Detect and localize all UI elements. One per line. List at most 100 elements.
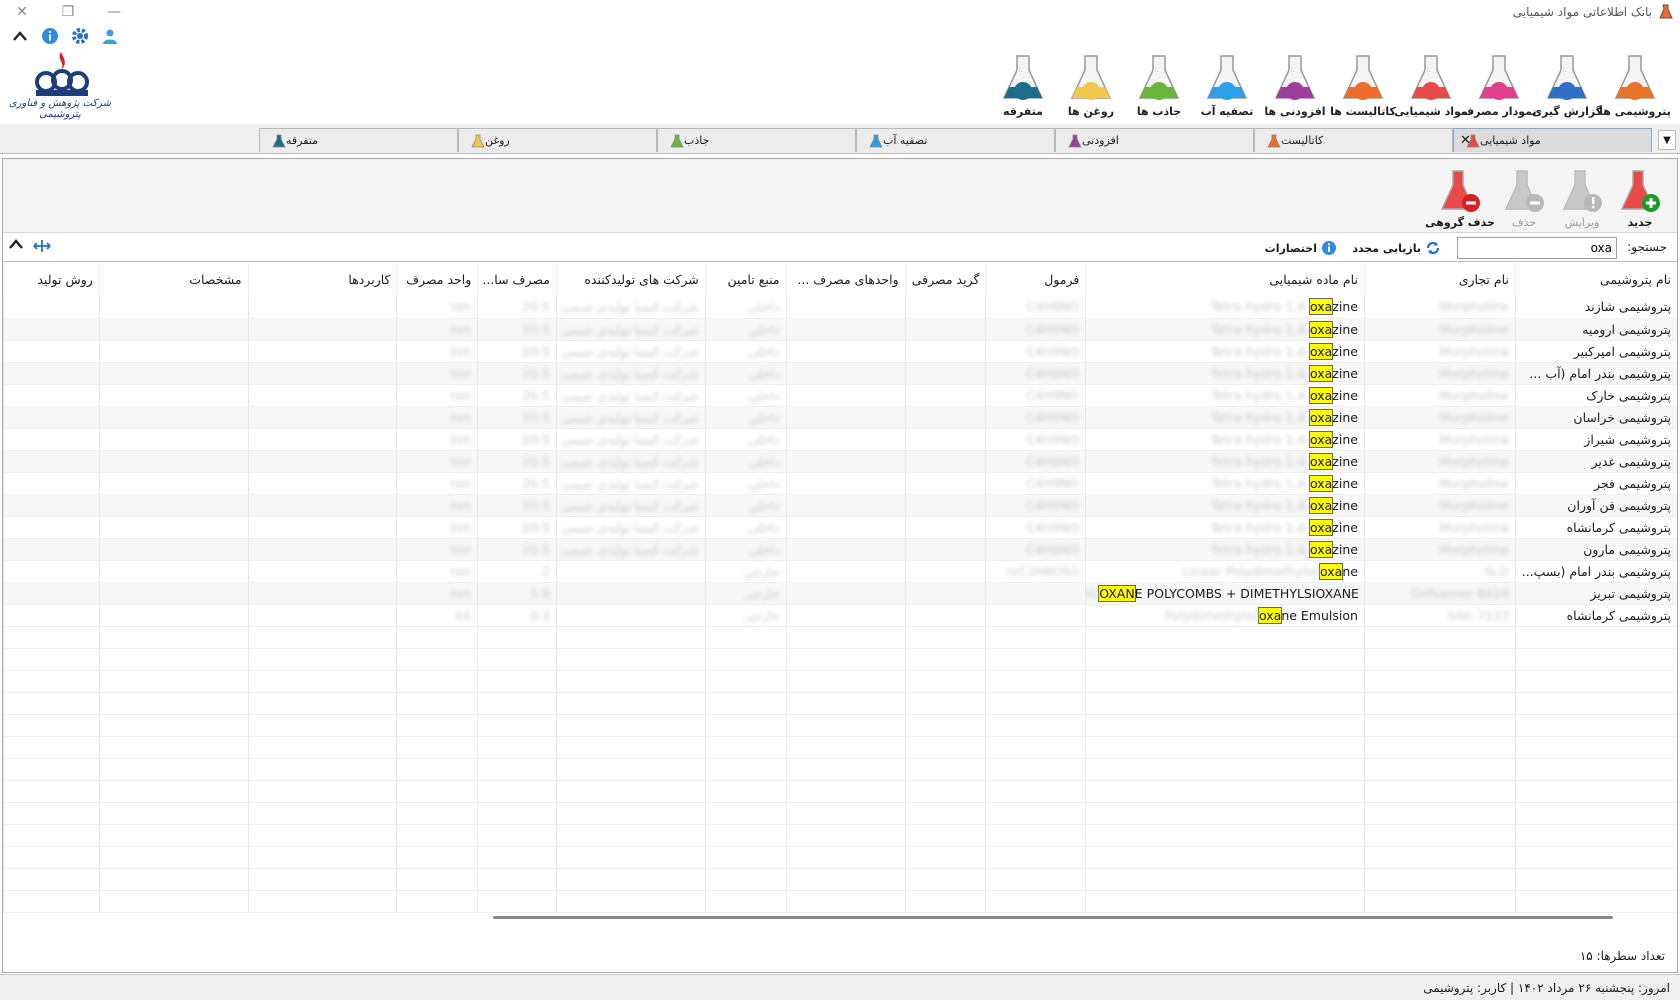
cell-producer[interactable]: شرکت کیمیا تولیدی شیمی <box>555 406 706 429</box>
tab[interactable]: متفرقه <box>259 128 458 152</box>
cell-grade[interactable] <box>904 560 986 583</box>
cell-units[interactable] <box>785 582 906 605</box>
column-header[interactable]: گرید مصرفی <box>904 263 986 296</box>
table-row[interactable]: پتروشیمی غدیر Morpholine Tetra hydro 1,4-o… <box>3 450 1677 473</box>
tab[interactable]: افزودنی <box>1055 128 1254 152</box>
cell-production-method[interactable] <box>3 604 100 627</box>
cell-production-method[interactable] <box>3 560 100 583</box>
cell-supply-source[interactable]: داخلی <box>704 428 787 451</box>
cell-units[interactable] <box>785 472 906 495</box>
table-row[interactable]: پتروشیمی خارک Morpholine Tetra hydro 1,4-o… <box>3 384 1677 407</box>
cell-formula[interactable] <box>985 604 1086 627</box>
table-row[interactable]: پتروشیمی کرمانشاه SAG 7133 Polydimethylsil… <box>3 604 1677 627</box>
column-header[interactable]: نام تجاری <box>1363 263 1516 296</box>
cell-grade[interactable] <box>904 428 986 451</box>
cell-formula[interactable]: C4H9NO <box>985 516 1086 539</box>
cell-producer[interactable]: شرکت کیمیا تولیدی شیمی <box>555 384 706 407</box>
cell-formula[interactable]: C4H9NO <box>985 384 1086 407</box>
cell-petro-name[interactable]: پتروشیمی شیراز <box>1514 428 1677 451</box>
cell-supply-source[interactable]: داخلی <box>704 516 787 539</box>
cell-applications[interactable] <box>247 318 397 341</box>
cell-production-method[interactable] <box>3 318 100 341</box>
cell-supply-source[interactable]: داخلی <box>704 472 787 495</box>
cell-specs[interactable] <box>98 450 249 473</box>
cell-grade[interactable] <box>904 604 986 627</box>
cell-production-method[interactable] <box>3 582 100 605</box>
user-icon[interactable] <box>100 26 120 46</box>
restore-icon[interactable]: ❐ <box>56 2 80 22</box>
cell-petro-name[interactable]: پتروشیمی امیرکبیر <box>1514 340 1677 363</box>
cell-production-method[interactable] <box>3 340 100 363</box>
cell-units[interactable] <box>785 450 906 473</box>
cell-trade-name[interactable]: Morpholine <box>1363 384 1516 407</box>
table-row[interactable]: پتروشیمی خراسان Morpholine Tetra hydro 1,4… <box>3 406 1677 429</box>
cell-applications[interactable] <box>247 538 397 561</box>
ribbon-item[interactable]: افزودنی ها <box>1264 46 1326 118</box>
cell-specs[interactable] <box>98 494 249 517</box>
cell-producer[interactable]: شرکت کیمیا تولیدی شیمی <box>555 318 706 341</box>
column-header[interactable]: مصرف سا... <box>477 263 557 296</box>
cell-usage-unit[interactable]: ton <box>396 494 478 517</box>
cell-annual-usage[interactable]: 0.3 <box>477 604 557 627</box>
cell-supply-source[interactable]: داخلی <box>704 340 787 363</box>
cell-usage-unit[interactable]: ton <box>396 406 478 429</box>
cell-units[interactable] <box>785 494 906 517</box>
cell-annual-usage[interactable]: 20.5 <box>477 538 557 561</box>
cell-grade[interactable] <box>904 318 986 341</box>
cell-specs[interactable] <box>98 538 249 561</box>
horizontal-scrollbar[interactable] <box>493 916 1613 919</box>
cell-formula[interactable]: C4H9NO <box>985 362 1086 385</box>
cell-production-method[interactable] <box>3 472 100 495</box>
cell-formula[interactable]: C4H9NO <box>985 538 1086 561</box>
cell-usage-unit[interactable]: ton <box>396 384 478 407</box>
cell-chemical-name[interactable]: Tetra hydro 1,4-oxazine <box>1085 362 1365 385</box>
cell-chemical-name[interactable]: Tetra hydro 1,4-oxazine <box>1085 538 1365 561</box>
cell-usage-unit[interactable]: ton <box>396 538 478 561</box>
cell-specs[interactable] <box>98 472 249 495</box>
column-header[interactable]: مشخصات <box>98 263 249 296</box>
close-tab-icon[interactable]: ✕ <box>1460 133 1471 148</box>
cell-annual-usage[interactable]: 20.5 <box>477 362 557 385</box>
cell-specs[interactable] <box>98 340 249 363</box>
table-row[interactable]: پتروشیمی ارومیه Morpholine Tetra hydro 1,4… <box>3 318 1677 341</box>
table-row[interactable]: پتروشیمی فجر Morpholine Tetra hydro 1,4-ox… <box>3 472 1677 495</box>
cell-producer[interactable]: شرکت کیمیا تولیدی شیمی <box>555 296 706 319</box>
cell-producer[interactable] <box>555 560 706 583</box>
cell-units[interactable] <box>785 384 906 407</box>
cell-usage-unit[interactable]: ton <box>396 428 478 451</box>
cell-producer[interactable]: شرکت کیمیا تولیدی شیمی <box>555 516 706 539</box>
ribbon-item[interactable]: گزارش گیری <box>1532 46 1602 118</box>
cell-chemical-name[interactable]: Linear Polydimethylsiloxane <box>1085 560 1365 583</box>
cell-applications[interactable] <box>247 450 397 473</box>
cell-usage-unit[interactable]: ton <box>396 560 478 583</box>
column-header[interactable]: واحدهای مصرف ... <box>785 263 906 296</box>
cell-petro-name[interactable]: پتروشیمی ارومیه <box>1514 318 1677 341</box>
cell-trade-name[interactable]: Morpholine <box>1363 450 1516 473</box>
cell-production-method[interactable] <box>3 296 100 319</box>
cell-usage-unit[interactable]: ton <box>396 516 478 539</box>
ribbon-item[interactable]: کاتالیست ها <box>1330 46 1396 118</box>
cell-annual-usage[interactable]: 20.5 <box>477 516 557 539</box>
cell-petro-name[interactable]: پتروشیمی بندر امام (بسپ... <box>1514 560 1677 583</box>
collapse-ribbon-icon[interactable] <box>10 26 30 46</box>
gear-icon[interactable] <box>70 26 90 46</box>
cell-supply-source[interactable]: داخلی <box>704 318 787 341</box>
cell-usage-unit[interactable]: ton <box>396 450 478 473</box>
cell-units[interactable] <box>785 516 906 539</box>
reload-button[interactable]: بازیابی مجدد <box>1352 240 1441 256</box>
cell-grade[interactable] <box>904 516 986 539</box>
cell-chemical-name[interactable]: Tetra hydro 1,4-oxazine <box>1085 450 1365 473</box>
cell-production-method[interactable] <box>3 406 100 429</box>
cell-supply-source[interactable]: داخلی <box>704 384 787 407</box>
cell-units[interactable] <box>785 362 906 385</box>
cell-usage-unit[interactable]: kit <box>396 604 478 627</box>
cell-annual-usage[interactable]: 20.5 <box>477 340 557 363</box>
cell-trade-name[interactable]: Morpholine <box>1363 406 1516 429</box>
cell-supply-source[interactable]: خارجی <box>704 604 787 627</box>
cell-producer[interactable] <box>555 582 706 605</box>
cell-annual-usage[interactable]: 20.5 <box>477 494 557 517</box>
cell-annual-usage[interactable]: 5.8 <box>477 582 557 605</box>
cell-trade-name[interactable]: SLD <box>1363 560 1516 583</box>
table-row[interactable]: پتروشیمی شازند Morpholine Tetra hydro 1,4-… <box>3 296 1677 319</box>
cell-trade-name[interactable]: Morpholine <box>1363 472 1516 495</box>
